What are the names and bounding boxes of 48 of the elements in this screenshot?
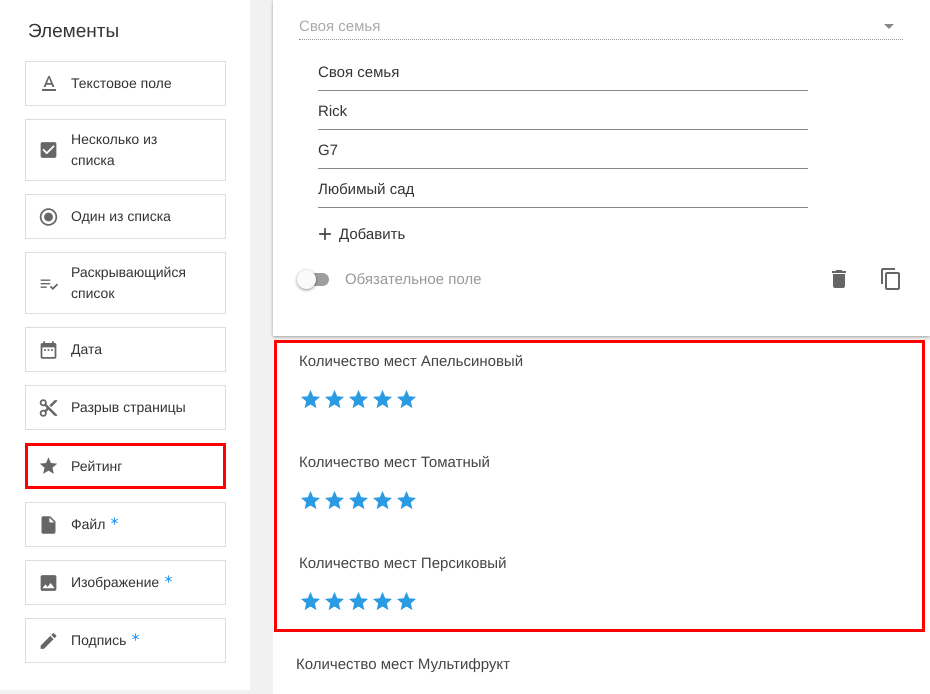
element-item[interactable]: Один из списка xyxy=(25,194,226,239)
star-icon[interactable] xyxy=(323,590,346,613)
toggle-label: Обязательное поле xyxy=(345,270,482,288)
element-item[interactable]: Текстовое поле xyxy=(25,61,226,106)
star-icon[interactable] xyxy=(371,489,394,512)
radio-button-icon xyxy=(38,206,59,228)
question-label: Количество мест Персиковый xyxy=(299,554,508,574)
option-field[interactable]: Rick xyxy=(318,91,808,130)
star-icon[interactable] xyxy=(347,388,370,411)
star-icon[interactable] xyxy=(395,590,418,613)
element-item[interactable]: Подпись xyxy=(25,618,226,663)
star-icon[interactable] xyxy=(347,590,370,613)
star-icon[interactable] xyxy=(323,388,346,411)
option-field[interactable]: G7 xyxy=(318,130,808,169)
option-field[interactable]: Любимый сад xyxy=(318,169,808,208)
copy-icon[interactable] xyxy=(879,267,903,291)
star-icon[interactable] xyxy=(299,590,322,613)
star-rating[interactable] xyxy=(299,489,418,512)
star-icon[interactable] xyxy=(347,489,370,512)
star-icon[interactable] xyxy=(299,388,322,411)
checkbox-icon xyxy=(38,139,59,161)
add-button[interactable]: Добавить xyxy=(313,222,408,246)
element-item[interactable]: Раскрывающийся список xyxy=(25,252,226,314)
toggle-switch[interactable] xyxy=(299,272,329,286)
option-field[interactable]: Своя семья xyxy=(318,52,808,91)
star-icon[interactable] xyxy=(323,489,346,512)
star-icon[interactable] xyxy=(371,590,394,613)
question-label: Количество мест Апельсиновый xyxy=(299,352,524,372)
element-item[interactable]: Рейтинг xyxy=(25,443,226,489)
star-rating[interactable] xyxy=(299,590,418,613)
element-item[interactable]: Дата xyxy=(25,327,226,372)
star-icon[interactable] xyxy=(395,388,418,411)
question-label: Количество мест Мультифрукт xyxy=(296,655,512,675)
question-label: Количество мест Томатный xyxy=(299,453,491,473)
panel-title: Элементы xyxy=(28,21,120,43)
star-icon[interactable] xyxy=(395,489,418,512)
star-icon[interactable] xyxy=(299,489,322,512)
element-item[interactable]: Файл xyxy=(25,502,226,547)
text-format-icon xyxy=(42,76,56,91)
element-item[interactable]: Изображение xyxy=(25,560,226,605)
scissors-icon xyxy=(38,396,59,418)
element-item[interactable]: Разрыв страницы xyxy=(25,385,226,430)
star-icon xyxy=(38,455,59,477)
calendar-icon xyxy=(38,338,59,360)
element-item[interactable]: Несколько из списка xyxy=(25,119,226,181)
star-icon[interactable] xyxy=(371,388,394,411)
star-rating[interactable] xyxy=(299,388,418,411)
caret-icon xyxy=(884,24,894,29)
